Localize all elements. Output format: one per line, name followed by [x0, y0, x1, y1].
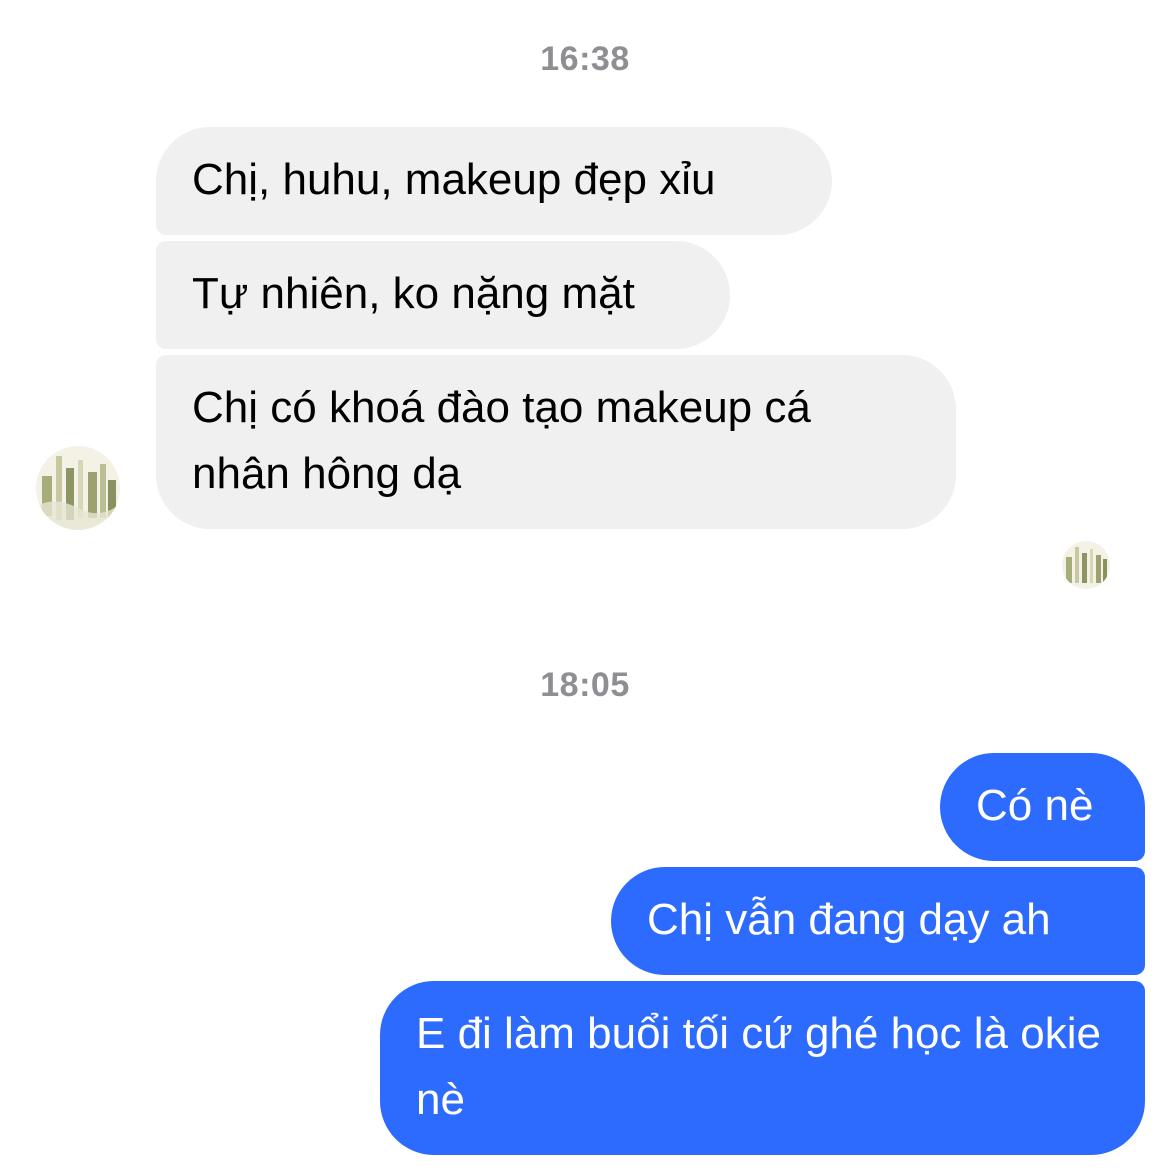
- sender-avatar[interactable]: [36, 446, 120, 530]
- outgoing-message-3[interactable]: E đi làm buổi tối cứ ghé học là okie nè: [380, 981, 1145, 1155]
- incoming-message-1[interactable]: Chị, huhu, makeup đẹp xỉu: [156, 127, 832, 235]
- incoming-message-2[interactable]: Tự nhiên, ko nặng mặt: [156, 241, 730, 349]
- outgoing-message-2[interactable]: Chị vẫn đang dạy ah: [611, 867, 1145, 975]
- timestamp-1805: 18:05: [540, 666, 630, 704]
- timestamp-1638: 16:38: [540, 40, 630, 78]
- outgoing-message-1[interactable]: Có nè: [940, 753, 1145, 861]
- read-receipt-avatar: [1062, 541, 1110, 589]
- incoming-message-3[interactable]: Chị có khoá đào tạo makeup cá nhân hông …: [156, 355, 956, 529]
